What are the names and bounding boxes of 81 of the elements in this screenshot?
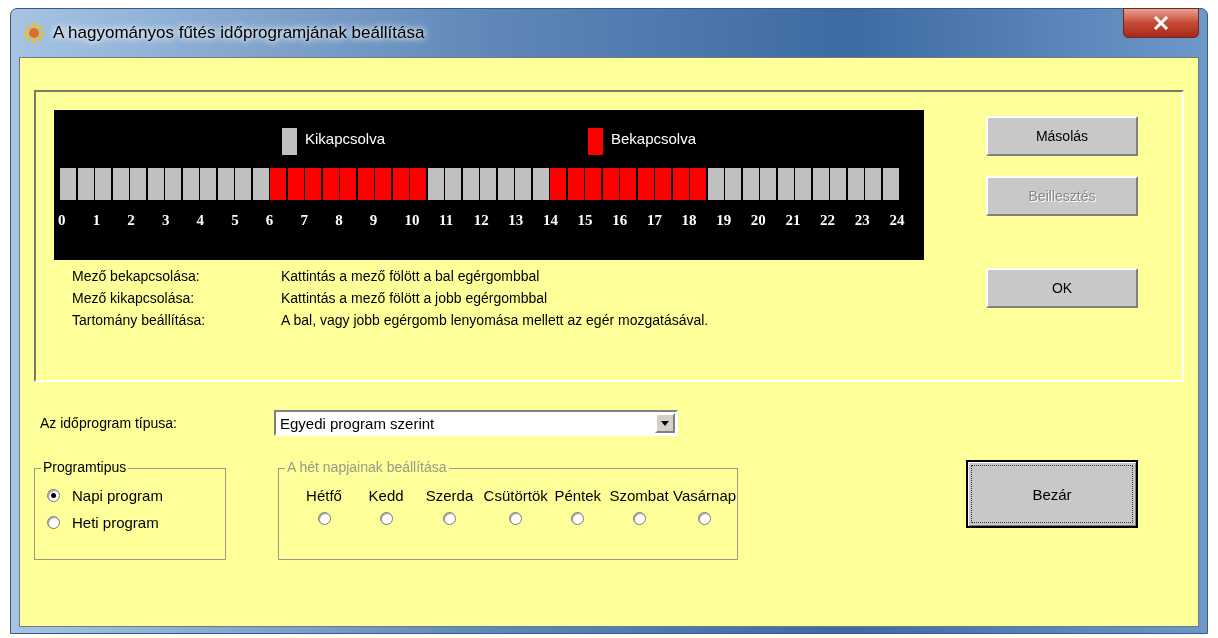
hour-label: 16 [612, 212, 629, 229]
time-slot[interactable] [742, 168, 759, 200]
close-button[interactable] [1123, 8, 1199, 38]
hour-label: 17 [646, 212, 663, 229]
time-slot[interactable] [322, 168, 339, 200]
time-slot[interactable] [882, 168, 899, 200]
day-label: Szerda [425, 487, 474, 504]
hour-label: 14 [542, 212, 559, 229]
help-text: Kattintás a mező fölött a bal egérgombbal [281, 268, 541, 284]
time-slot[interactable] [357, 168, 374, 200]
day-label: Csütörtök [483, 487, 548, 504]
group-title: Programtipus [41, 459, 129, 475]
sun-icon [23, 22, 45, 44]
time-slot[interactable] [392, 168, 409, 200]
time-slot[interactable] [707, 168, 724, 200]
day-label: Kedd [368, 487, 404, 504]
legend-label: Kikapcsolva [305, 129, 386, 149]
radio-button[interactable] [47, 516, 60, 529]
hour-label: 3 [161, 212, 171, 229]
time-slot[interactable] [637, 168, 654, 200]
time-slot[interactable] [252, 168, 269, 200]
help-label: Mező kikapcsolása: [72, 290, 196, 306]
radio-label: Napi program [72, 487, 163, 504]
hour-label: 13 [508, 212, 525, 229]
time-slot[interactable] [777, 168, 794, 200]
hour-label: 21 [785, 212, 802, 229]
hour-label: 8 [335, 212, 344, 229]
hour-label: 18 [681, 212, 698, 229]
hour-label: 20 [750, 212, 767, 229]
time-slot[interactable] [182, 168, 199, 200]
caret-icon [661, 420, 669, 426]
program-type-label: Az időprogram típusa: [40, 415, 178, 431]
time-slot[interactable] [77, 168, 94, 200]
day-label: Péntek [554, 487, 602, 504]
day-label: Vasárnap [673, 487, 737, 504]
hour-label: 1 [92, 212, 102, 229]
hour-label: 5 [231, 212, 240, 229]
help-label: Tartomány beállítása: [72, 312, 207, 328]
group-title: A hét napjainak beállítása [285, 459, 449, 475]
ok-button[interactable]: OK [986, 268, 1138, 308]
hour-label: 11 [439, 212, 455, 229]
day-label: Hétfő [306, 487, 342, 504]
window-title: A hagyományos fűtés időprogramjának beállítása [53, 23, 425, 43]
close-dialog-button[interactable]: Bezár [966, 460, 1138, 528]
hour-label: 7 [300, 212, 309, 229]
time-slot[interactable] [672, 168, 689, 200]
help-label: Mező bekapcsolása: [72, 268, 201, 284]
close-icon [1153, 16, 1169, 30]
time-slot[interactable] [497, 168, 514, 200]
dropdown-button[interactable] [655, 413, 675, 433]
radio-label: Heti program [72, 514, 159, 531]
time-slot[interactable] [287, 168, 304, 200]
hour-label: 2 [127, 212, 136, 229]
time-slot[interactable] [532, 168, 549, 200]
program-type-select[interactable]: Egyedi program szerint [274, 410, 678, 436]
time-slot[interactable] [567, 168, 584, 200]
help-text: A bal, vagy jobb egérgomb lenyomása mellett az egér mozgatásával. [281, 312, 710, 328]
time-slot[interactable] [847, 168, 864, 200]
hour-label: 4 [196, 212, 206, 229]
hour-label: 6 [265, 212, 275, 229]
hour-label: 22 [820, 212, 837, 229]
hour-label: 23 [854, 212, 871, 229]
hour-label: 12 [473, 212, 490, 229]
legend-label: Bekapcsolva [611, 129, 697, 149]
hour-label: 10 [404, 212, 421, 229]
hour-label: 24 [889, 212, 906, 229]
time-slot[interactable] [427, 168, 444, 200]
radio-button[interactable] [47, 489, 60, 502]
day-label: Szombat [609, 487, 669, 504]
time-slot[interactable] [112, 168, 129, 200]
time-slot[interactable] [217, 168, 234, 200]
time-slot[interactable] [462, 168, 479, 200]
hour-label: 0 [58, 212, 67, 229]
hour-label: 15 [577, 212, 594, 229]
time-slot[interactable] [812, 168, 829, 200]
hour-label: 19 [716, 212, 733, 229]
hour-label: 9 [369, 212, 379, 229]
time-slot[interactable] [147, 168, 164, 200]
time-slot[interactable] [602, 168, 619, 200]
help-text: Kattintás a mező fölött a jobb egérgombbal [281, 290, 549, 306]
copy-button[interactable]: Másolás [986, 116, 1138, 156]
